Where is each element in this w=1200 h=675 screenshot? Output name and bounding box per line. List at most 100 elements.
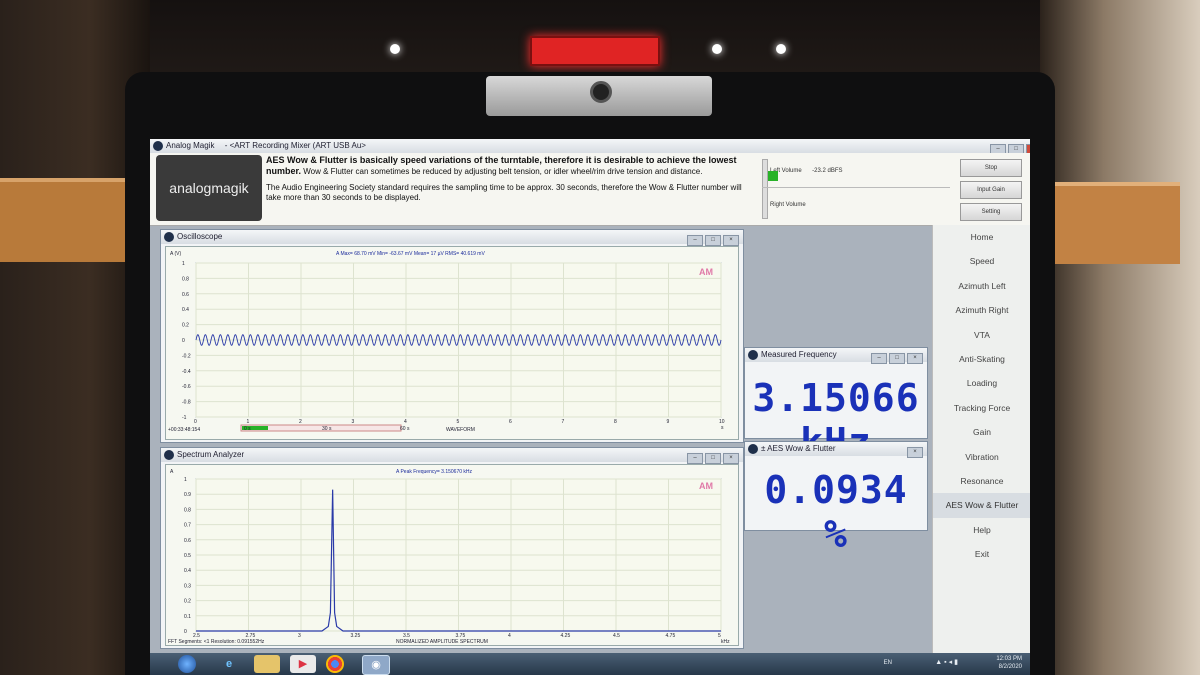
fft-info: FFT Segments: <1 Resolution: 0.091552Hz	[168, 639, 265, 645]
x-tick-label: 0	[194, 419, 197, 425]
y-tick-label: -0.2	[182, 353, 191, 359]
menu-item-help[interactable]: Help	[933, 518, 1030, 542]
wow-flutter-title: ± AES Wow & Flutter	[761, 444, 836, 453]
indicator-light	[776, 44, 786, 54]
oscilloscope-title: Oscilloscope	[177, 232, 223, 241]
start-icon[interactable]	[178, 655, 196, 673]
windows-taskbar: e ▶ ◉ EN ▲▪◂▮ 12:03 PM 8/2/2020	[150, 653, 1030, 675]
y-tick-label: 0	[182, 338, 185, 344]
menu-item-home[interactable]: Home	[933, 225, 1030, 249]
y-tick-label: 0.2	[184, 599, 191, 605]
x-tick-label: 3	[352, 419, 355, 425]
description-body-2: The Audio Engineering Society standard r…	[266, 183, 742, 202]
y-axis-label: A (V)	[170, 251, 181, 257]
x-tick-label: 4	[404, 419, 407, 425]
minimize-button[interactable]: –	[687, 235, 703, 246]
tray-icons[interactable]: ▲▪◂▮	[935, 658, 960, 666]
spectrum-chart: 2.5 2.75 3 3.25 3.5 3.75 4 4.25 4.5 4.75 510.90.80…	[168, 469, 730, 645]
x-tick-label: 4.5	[613, 633, 620, 639]
y-tick-label: 0.8	[182, 276, 189, 282]
stop-button[interactable]: Stop	[960, 159, 1022, 177]
close-button[interactable]: ×	[723, 235, 739, 246]
menu-item-speed[interactable]: Speed	[933, 249, 1030, 273]
language-indicator[interactable]: EN	[884, 660, 892, 666]
y-tick-label: -0.4	[182, 369, 191, 375]
laptop-screen: Analog Magik - <ART Recording Mixer (ART…	[150, 139, 1030, 675]
volume-scrollbar[interactable]	[762, 159, 768, 219]
y-tick-label: 1	[182, 261, 185, 267]
measured-frequency-title-bar: Measured Frequency – □ ×	[745, 348, 927, 364]
app-title: Analog Magik	[166, 141, 215, 150]
y-tick-label: 0.6	[182, 292, 189, 298]
indicator-light	[712, 44, 722, 54]
clock[interactable]: 12:03 PM 8/2/2020	[996, 655, 1022, 671]
menu-item-azimuth-left[interactable]: Azimuth Left	[933, 274, 1030, 298]
minimize-button[interactable]: –	[871, 353, 887, 364]
media-player-icon[interactable]: ▶	[290, 655, 316, 673]
restore-button[interactable]: □	[705, 235, 721, 246]
channel-label: AM	[699, 481, 713, 491]
left-volume-value: -23.2 dBFS	[812, 168, 843, 174]
x-axis-label: NORMALIZED AMPLITUDE SPECTRUM	[396, 639, 488, 645]
window-icon	[164, 450, 174, 460]
y-tick-label: 0.7	[184, 523, 191, 529]
oscilloscope-plot: 0 1 2 3 4 5 6 7 8 9 10 1 0.8 0.6 0.4 0.2 0 -0.2 -0.4 -0.6 -0…	[165, 246, 739, 440]
menu-item-vta[interactable]: VTA	[933, 323, 1030, 347]
x-tick-label: 3.25	[351, 633, 361, 639]
restore-button[interactable]: □	[705, 453, 721, 464]
progress-label: 0 s	[244, 426, 251, 432]
measured-frequency-window: Measured Frequency –□× 3.15066 kHz	[744, 347, 928, 464]
window-icon	[164, 232, 174, 242]
oscilloscope-title-bar: Oscilloscope – □ ×	[161, 230, 743, 246]
indicator-light	[390, 44, 400, 54]
y-tick-label: 0.5	[184, 553, 191, 559]
menu-item-azimuth-right[interactable]: Azimuth Right	[933, 298, 1030, 322]
description-body-1: Wow & Flutter can sometimes be reduced b…	[303, 167, 703, 176]
channel-label: AM	[699, 267, 713, 277]
y-tick-label: 0.2	[182, 323, 189, 329]
x-tick-label: 1	[247, 419, 250, 425]
red-led-display	[530, 36, 660, 66]
restore-button[interactable]: □	[889, 353, 905, 364]
y-tick-label: -0.8	[182, 400, 191, 406]
progress-label: 30 s	[322, 426, 332, 432]
spectrum-stats: A Peak Frequency= 3.150670 kHz	[396, 469, 473, 475]
close-button[interactable]: ×	[723, 453, 739, 464]
clock-time: 12:03 PM	[996, 656, 1022, 662]
menu-item-vibration[interactable]: Vibration	[933, 445, 1030, 469]
minimize-button[interactable]: –	[687, 453, 703, 464]
menu-item-tracking-force[interactable]: Tracking Force	[933, 396, 1030, 420]
description-text: AES Wow & Flutter is basically speed var…	[266, 155, 744, 203]
x-tick-label: 7	[562, 419, 565, 425]
setting-button[interactable]: Setting	[960, 203, 1022, 221]
close-button[interactable]: ×	[907, 447, 923, 458]
menu-item-resonance[interactable]: Resonance	[933, 469, 1030, 493]
x-tick-label: 4.25	[561, 633, 571, 639]
x-tick-label: 4.75	[666, 633, 676, 639]
file-explorer-icon[interactable]	[254, 655, 280, 673]
menu-item-aes-wow-flutter[interactable]: AES Wow & Flutter	[933, 493, 1030, 518]
measured-frequency-title: Measured Frequency	[761, 350, 837, 359]
x-unit-label: kHz	[721, 639, 730, 645]
close-button[interactable]: ×	[907, 353, 923, 364]
x-tick-label: 2	[299, 419, 302, 425]
menu-item-loading[interactable]: Loading	[933, 371, 1030, 395]
window-icon	[748, 444, 758, 454]
y-tick-label: 0.3	[184, 583, 191, 589]
timestamp: +00:33:48:154	[168, 427, 200, 433]
analog-magik-taskbar-icon[interactable]: ◉	[362, 655, 390, 675]
y-tick-label: 0.6	[184, 538, 191, 544]
x-tick-label: 4	[508, 633, 511, 639]
y-tick-label: -1	[182, 415, 187, 421]
x-tick-label: 6	[509, 419, 512, 425]
menu-item-exit[interactable]: Exit	[933, 542, 1030, 566]
menu-item-gain[interactable]: Gain	[933, 420, 1030, 444]
chrome-icon[interactable]	[326, 655, 344, 673]
spectrum-analyzer-window: Spectrum Analyzer – □ × 2.5 2.75 3 3.25 3.5 3.7…	[160, 447, 744, 649]
y-axis-label: A	[170, 469, 174, 475]
oscilloscope-window: Oscilloscope – □ × 0 1 2 3 4 5 6 7 8 9 10 1 0.8 0.6 0.4 0…	[160, 229, 744, 443]
input-gain-button[interactable]: Input Gain	[960, 181, 1022, 199]
y-tick-label: 0	[184, 629, 187, 635]
internet-explorer-icon[interactable]: e	[216, 655, 242, 673]
menu-item-anti-skating[interactable]: Anti-Skating	[933, 347, 1030, 371]
